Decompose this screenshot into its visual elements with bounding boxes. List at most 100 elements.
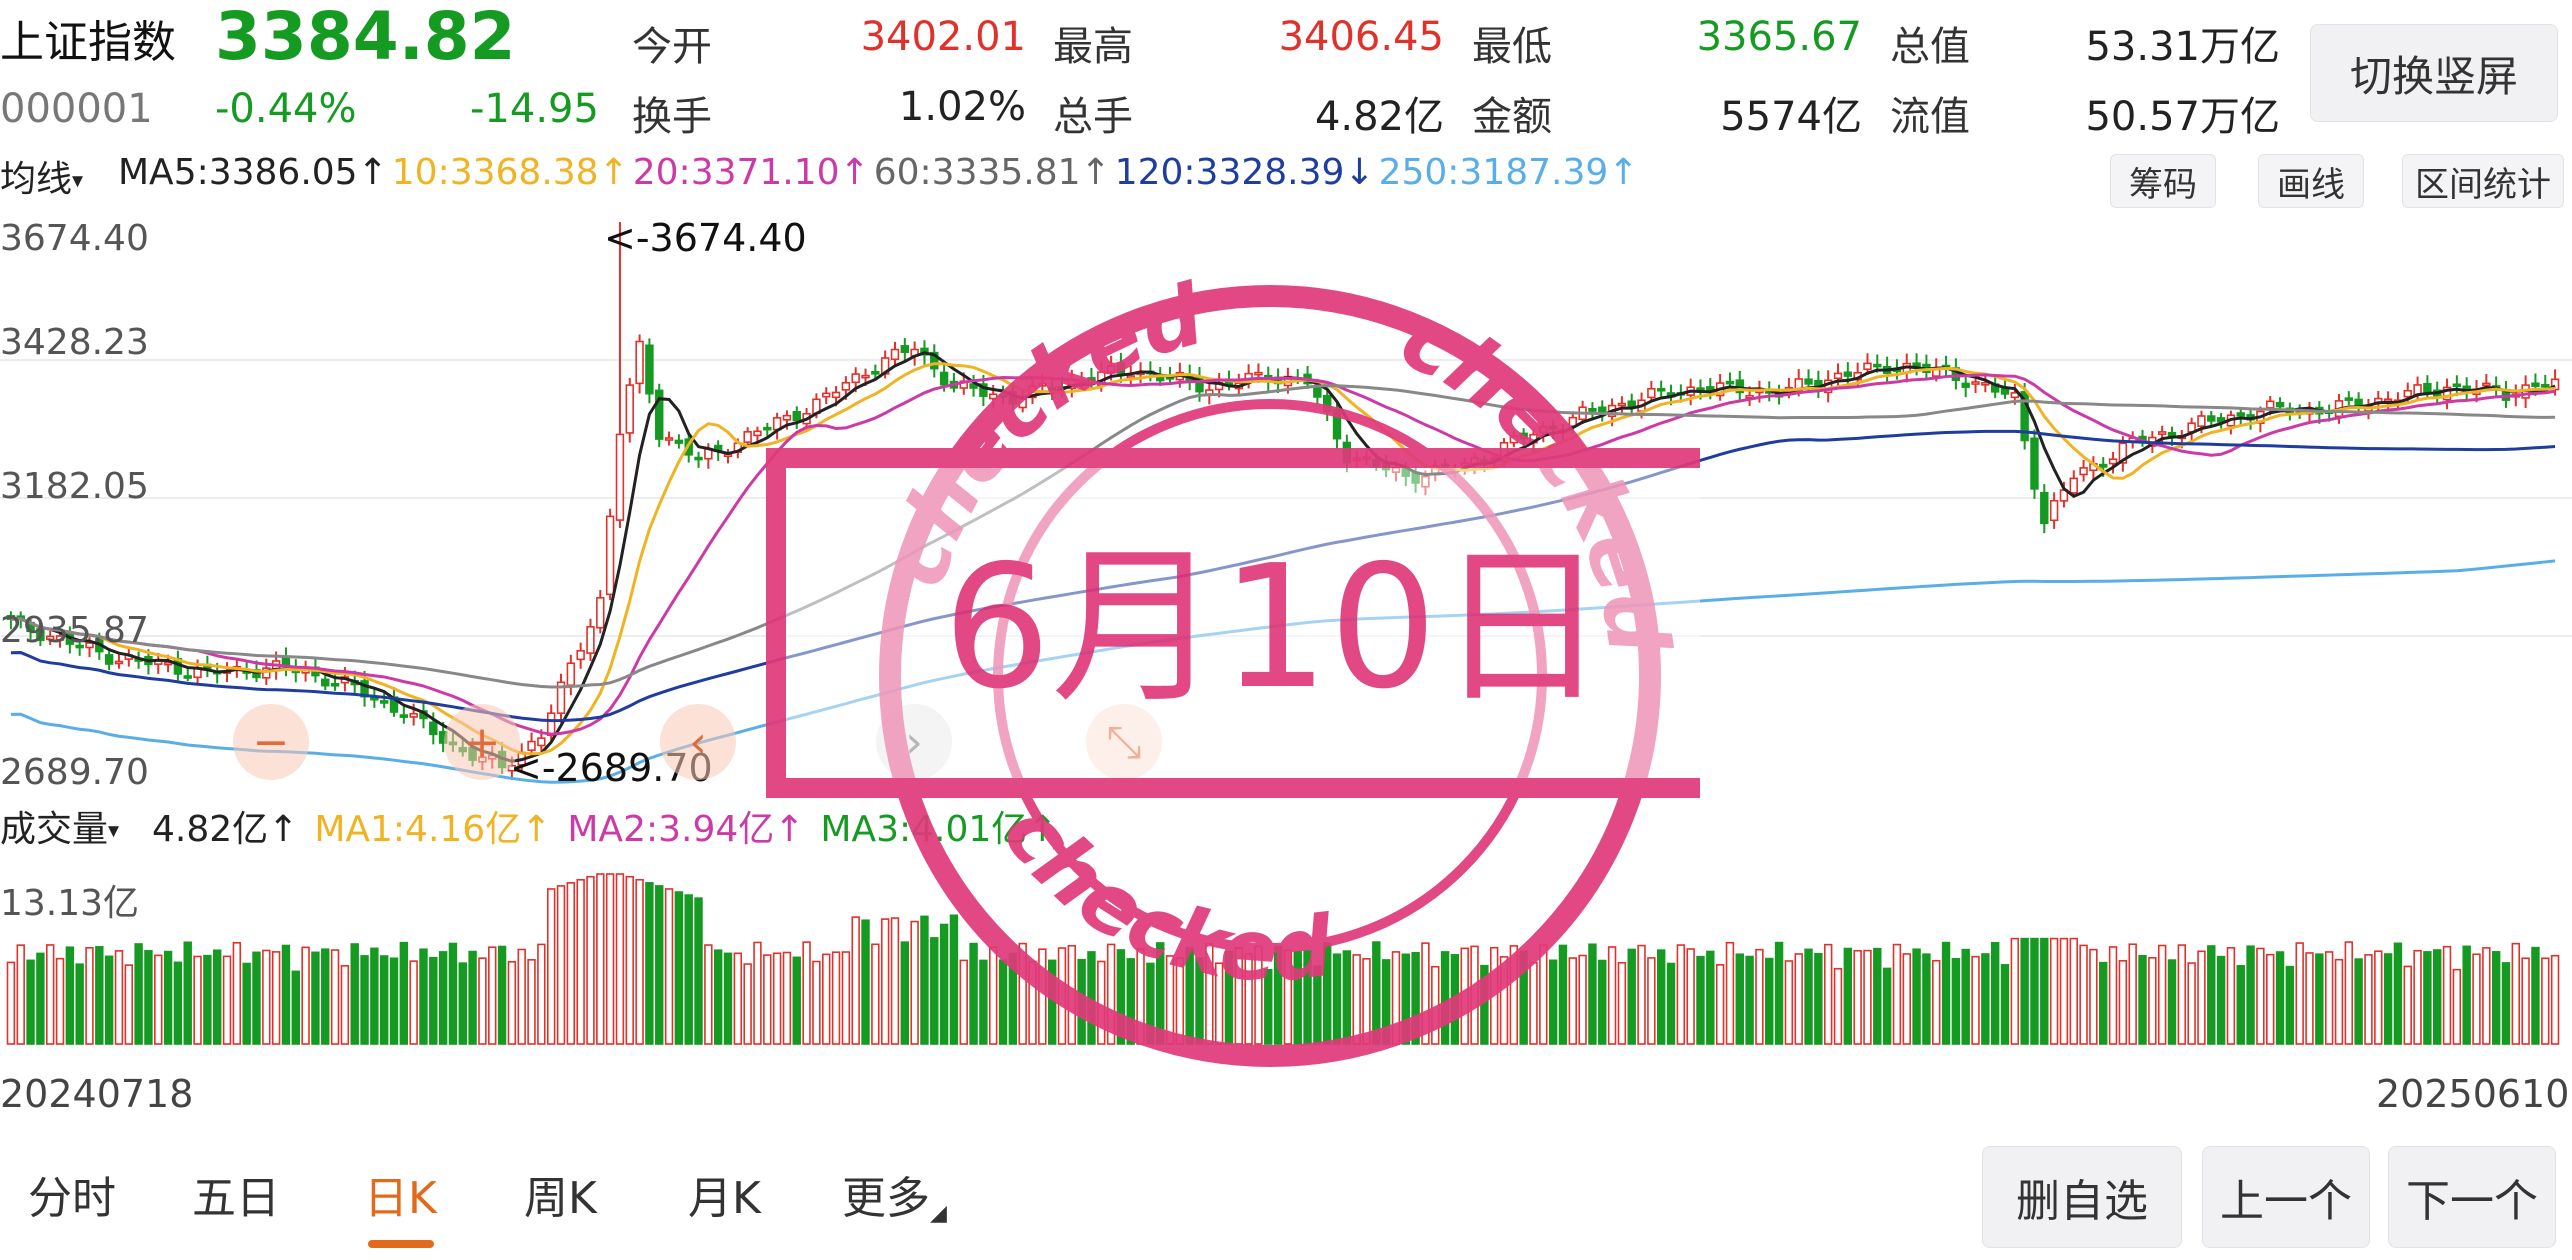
ma10-value: 10:3368.38↑: [391, 152, 629, 193]
volume-bar: [2236, 965, 2245, 1045]
volume-bar: [478, 957, 487, 1045]
volume-bar: [2423, 951, 2432, 1045]
volume-bar: [2550, 954, 2560, 1045]
volume-bar: [1932, 959, 1941, 1045]
candle: [625, 377, 634, 443]
volume-bar: [2187, 962, 2196, 1045]
volume-bar: [2207, 945, 2216, 1045]
remove-watchlist-button[interactable]: 删自选: [1982, 1146, 2182, 1248]
volume-bar: [232, 942, 242, 1045]
candle: [615, 222, 625, 529]
volume-bar: [2177, 944, 2187, 1045]
volume-bar: [2108, 946, 2118, 1045]
volume-bar: [1853, 949, 1862, 1045]
volume-bar: [2521, 957, 2530, 1045]
volume-selector-dropdown[interactable]: 成交量▾: [0, 800, 119, 852]
price-axis-label: 3428.23: [0, 322, 149, 363]
volume-bar: [1912, 948, 1921, 1045]
tab-daily-k[interactable]: 日K: [364, 1162, 437, 1226]
volume-bar: [1814, 952, 1823, 1045]
volume-bar: [546, 888, 556, 1045]
volume-bar: [212, 949, 222, 1045]
volume-bar: [183, 941, 192, 1045]
volume-bar: [271, 951, 281, 1045]
volume-bar: [2413, 949, 2422, 1045]
volume-bar: [723, 952, 733, 1045]
draw-line-button[interactable]: 画线: [2258, 154, 2364, 208]
candle: [1922, 354, 1931, 379]
volume-bar: [2275, 951, 2285, 1045]
candle: [674, 434, 684, 449]
volume-bar: [2541, 957, 2550, 1045]
volume-bar: [134, 943, 143, 1045]
volume-bar: [55, 957, 65, 1045]
volume-bar: [1784, 960, 1794, 1045]
volume-bar: [488, 946, 497, 1045]
volume-bar: [655, 885, 664, 1045]
index-change-percent: -0.44%: [215, 86, 357, 132]
zoom-in-button[interactable]: +: [444, 704, 520, 780]
volume-bar: [370, 947, 379, 1045]
volume-bar: [2472, 953, 2481, 1045]
volume-bar: [438, 951, 448, 1045]
previous-button[interactable]: 上一个: [2202, 1146, 2370, 1248]
volume-bar: [1951, 958, 1961, 1045]
volume-bar: [694, 897, 703, 1045]
volume-bar: [674, 891, 684, 1045]
volume-bar: [2295, 942, 2304, 1045]
chip-distribution-button[interactable]: 筹码: [2110, 154, 2216, 208]
candle: [399, 704, 409, 724]
candle: [1951, 358, 1961, 390]
volume-bar: [2462, 945, 2471, 1045]
index-change-value: -14.95: [470, 86, 599, 132]
candle: [576, 642, 585, 669]
volume-bar: [458, 962, 467, 1045]
quote-label-amount: 金额: [1472, 94, 1552, 140]
volume-bar: [2324, 951, 2334, 1045]
quote-value-turnover: 1.02%: [898, 84, 1026, 130]
tab-more[interactable]: 更多◢: [842, 1162, 947, 1226]
tab-five-day[interactable]: 五日: [192, 1162, 280, 1226]
candle: [556, 673, 566, 723]
volume-bar: [507, 961, 517, 1045]
volume-bar: [350, 943, 359, 1045]
volume-bar: [2099, 961, 2108, 1045]
next-button[interactable]: 下一个: [2388, 1146, 2556, 1248]
volume-bar: [2403, 965, 2412, 1045]
ma250-value: 250:3187.39↑: [1378, 152, 1639, 193]
volume-bar: [556, 885, 566, 1045]
candle: [281, 647, 291, 677]
volume-bar: [75, 963, 84, 1045]
volume-bar: [2354, 958, 2363, 1045]
ma-selector-dropdown[interactable]: 均线▾: [0, 150, 83, 202]
quote-value-float-cap: 50.57万亿: [2085, 94, 2280, 140]
range-stats-button[interactable]: 区间统计: [2402, 154, 2564, 208]
volume-bar: [2216, 955, 2226, 1045]
switch-portrait-button[interactable]: 切换竖屏: [2310, 24, 2558, 122]
volume-bar: [85, 947, 94, 1045]
candle: [1941, 355, 1951, 377]
candle: [1735, 370, 1744, 401]
volume-bar: [2364, 954, 2373, 1045]
candle: [2226, 410, 2236, 435]
volume-bar: [1873, 947, 1882, 1045]
tab-intraday[interactable]: 分时: [28, 1162, 116, 1226]
quote-label-low: 最低: [1472, 24, 1552, 70]
tab-monthly-k[interactable]: 月K: [688, 1162, 761, 1226]
quote-label-volume: 总手: [1053, 94, 1133, 140]
volume-bar: [1981, 953, 1990, 1045]
volume-bar: [95, 946, 104, 1045]
volume-bar: [2040, 937, 2049, 1045]
volume-bar: [291, 970, 300, 1045]
tab-weekly-k[interactable]: 周K: [524, 1162, 597, 1226]
zoom-out-button[interactable]: −: [233, 704, 309, 780]
volume-bar: [615, 873, 625, 1045]
candle: [605, 508, 615, 601]
volume-bar: [2148, 956, 2157, 1045]
volume-bar: [586, 875, 595, 1045]
scroll-left-button[interactable]: ‹: [660, 704, 736, 780]
volume-bar: [222, 955, 232, 1045]
volume-bar: [2482, 947, 2491, 1045]
volume-selector-label: 成交量: [0, 809, 109, 850]
volume-bar: [2315, 953, 2324, 1045]
